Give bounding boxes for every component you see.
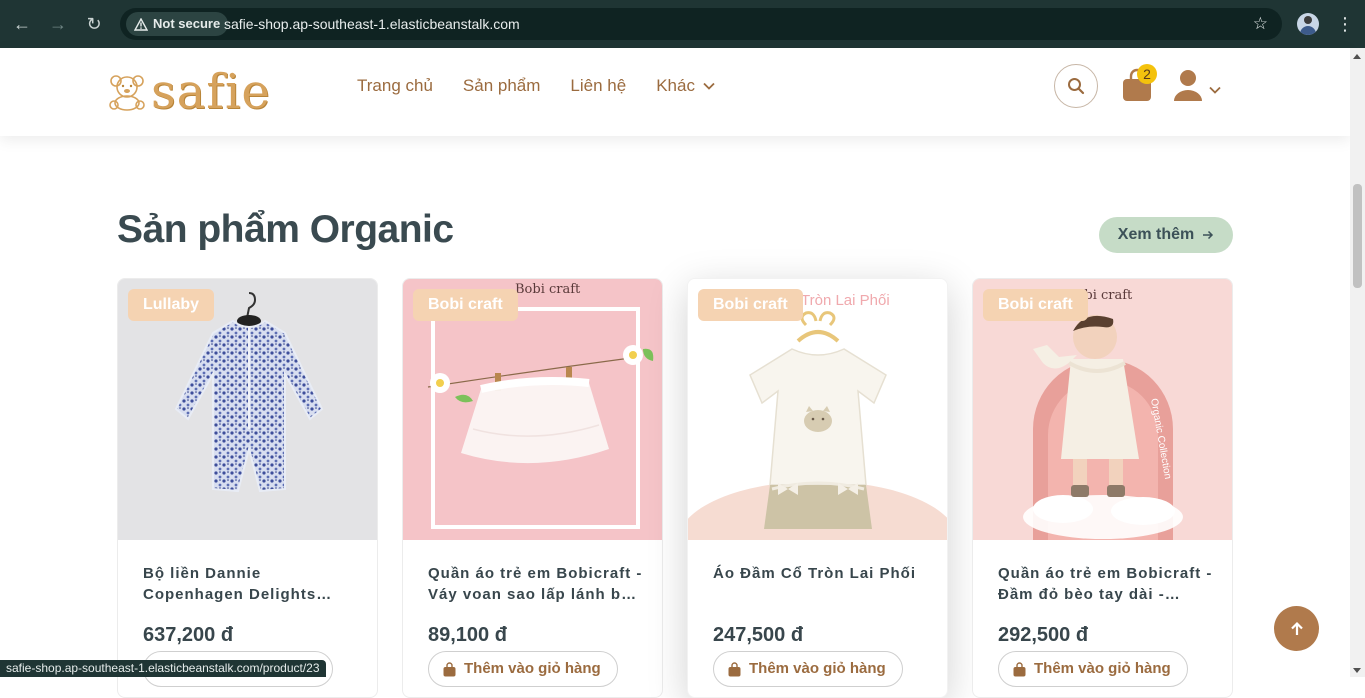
arrow-up-icon bbox=[1290, 621, 1303, 635]
add-to-cart-label: Thêm vào giỏ hàng bbox=[1034, 660, 1171, 677]
nav-more-label: Khác bbox=[656, 76, 695, 95]
warning-icon bbox=[134, 17, 148, 31]
menu-kebab-icon[interactable]: ⋮ bbox=[1336, 12, 1354, 36]
user-menu[interactable] bbox=[1173, 68, 1229, 102]
add-to-cart-label: Thêm vào giỏ hàng bbox=[749, 660, 886, 677]
bookmark-star-icon[interactable]: ☆ bbox=[1253, 8, 1268, 40]
product-name[interactable]: Quần áo trẻ em Bobicraft - Váy voan sao … bbox=[428, 563, 643, 605]
cart-count-badge: 2 bbox=[1137, 64, 1157, 84]
image-brand-text: Bobi craft bbox=[515, 282, 581, 297]
brand-badge: Bobi craft bbox=[413, 289, 518, 321]
add-to-cart-button[interactable]: Thêm vào giỏ hàng bbox=[713, 651, 903, 687]
url-text: safie-shop.ap-southeast-1.elasticbeansta… bbox=[224, 16, 520, 32]
user-icon bbox=[1174, 70, 1202, 101]
product-name[interactable]: Quần áo trẻ em Bobicraft - Đầm đỏ bèo ta… bbox=[998, 563, 1213, 605]
logo-text: safie bbox=[151, 64, 271, 120]
product-image[interactable]: Lullaby bbox=[118, 279, 377, 540]
brand-badge: Bobi craft bbox=[698, 289, 803, 321]
profile-avatar[interactable] bbox=[1297, 13, 1319, 35]
link-status-bar: safie-shop.ap-southeast-1.elasticbeansta… bbox=[0, 660, 326, 677]
shopping-bag-icon bbox=[443, 661, 456, 676]
view-more-button[interactable]: Xem thêm bbox=[1099, 217, 1233, 253]
scroll-to-top-button[interactable] bbox=[1274, 606, 1319, 651]
nav-contact[interactable]: Liên hệ bbox=[570, 76, 626, 96]
nav-home-label: Trang chủ bbox=[357, 76, 433, 95]
brand-badge: Lullaby bbox=[128, 289, 215, 321]
site-header: safie Trang chủ Sản phẩm Liên hệ Khác 2 bbox=[0, 48, 1350, 136]
main-nav: Trang chủ Sản phẩm Liên hệ Khác bbox=[357, 76, 715, 96]
product-card[interactable]: Bobi craft Organic Collection Bobi craft… bbox=[972, 278, 1233, 698]
product-card[interactable]: Tròn Lai Phối Bobi craft Áo Đầm Cổ Tròn … bbox=[687, 278, 948, 698]
search-button[interactable] bbox=[1054, 64, 1098, 108]
security-chip[interactable]: Not secure bbox=[126, 12, 229, 36]
nav-products-label: Sản phẩm bbox=[462, 76, 541, 95]
scroll-down-arrow-icon[interactable] bbox=[1353, 668, 1361, 673]
chevron-down-icon bbox=[1209, 86, 1221, 94]
product-image[interactable]: Bobi craft Organic Collection Bobi craft bbox=[973, 279, 1232, 540]
product-price: 637,200 đ bbox=[143, 624, 234, 646]
add-to-cart-button[interactable]: Thêm vào giỏ hàng bbox=[998, 651, 1188, 687]
scrollbar-thumb[interactable] bbox=[1353, 184, 1362, 288]
add-to-cart-button[interactable]: Thêm vào giỏ hàng bbox=[428, 651, 618, 687]
scroll-up-arrow-icon[interactable] bbox=[1353, 54, 1361, 59]
nav-home[interactable]: Trang chủ bbox=[357, 76, 433, 96]
product-name[interactable]: Áo Đầm Cổ Tròn Lai Phối bbox=[713, 563, 928, 584]
product-card[interactable]: Lullaby Bộ liền Dannie Copenhagen Deligh… bbox=[117, 278, 378, 698]
add-to-cart-label: Thêm vào giỏ hàng bbox=[464, 660, 601, 677]
section-title: Sản phẩm Organic bbox=[117, 208, 454, 251]
nav-products[interactable]: Sản phẩm bbox=[463, 76, 541, 96]
product-price: 292,500 đ bbox=[998, 624, 1089, 646]
reload-icon[interactable]: ↻ bbox=[82, 12, 106, 36]
shopping-bag-icon bbox=[1013, 661, 1026, 676]
nav-contact-label: Liên hệ bbox=[570, 76, 627, 95]
site-logo[interactable]: safie bbox=[107, 66, 271, 118]
shopping-bag-icon bbox=[728, 661, 741, 676]
view-more-label: Xem thêm bbox=[1117, 226, 1195, 243]
page-scrollbar[interactable] bbox=[1350, 48, 1365, 677]
product-name[interactable]: Bộ liền Dannie Copenhagen Delights Rashg… bbox=[143, 563, 358, 605]
address-bar[interactable]: Not secure safie-shop.ap-southeast-1.ela… bbox=[120, 8, 1282, 40]
forward-icon[interactable]: → bbox=[46, 12, 70, 36]
security-label: Not secure bbox=[153, 16, 221, 31]
product-price: 247,500 đ bbox=[713, 624, 804, 646]
nav-more[interactable]: Khác bbox=[656, 76, 715, 96]
product-image[interactable]: Tròn Lai Phối Bobi craft bbox=[688, 279, 947, 540]
arrow-right-icon bbox=[1203, 230, 1214, 240]
back-icon[interactable]: ← bbox=[10, 12, 34, 36]
product-image[interactable]: Bobi craft Bobi craft bbox=[403, 279, 662, 540]
chevron-down-icon bbox=[703, 82, 715, 90]
search-icon bbox=[1068, 78, 1085, 95]
browser-toolbar: ← → ↻ Not secure safie-shop.ap-southeast… bbox=[0, 0, 1365, 48]
product-price: 89,100 đ bbox=[428, 624, 507, 646]
brand-badge: Bobi craft bbox=[983, 289, 1088, 321]
image-title-text: Tròn Lai Phối bbox=[801, 292, 890, 309]
teddy-bear-icon bbox=[109, 75, 145, 111]
product-card[interactable]: Bobi craft Bobi craft Quần áo trẻ em Bob… bbox=[402, 278, 663, 698]
